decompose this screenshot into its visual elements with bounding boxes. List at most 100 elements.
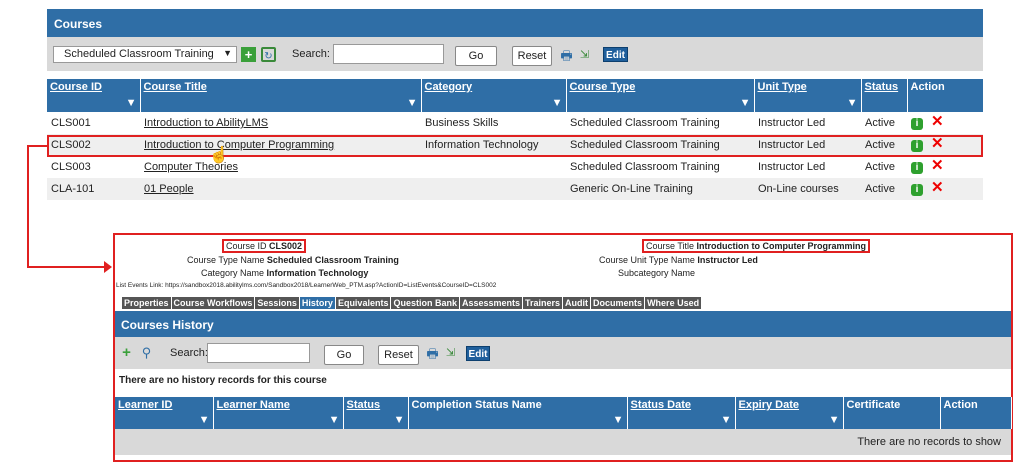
export-icon[interactable]: ⇲ [577, 48, 592, 63]
filter-icon[interactable]: ▼ [552, 97, 563, 109]
filter-icon[interactable]: ▼ [126, 97, 137, 109]
chevron-down-icon: ▼ [223, 48, 232, 58]
column-header-category[interactable]: Category ▼ [421, 79, 567, 112]
courses-title-bar: Courses [47, 9, 983, 37]
courses-toolbar: Scheduled Classroom Training ▼ + ↻ Search… [47, 37, 983, 71]
search-input[interactable] [333, 44, 444, 64]
history-column-learner-name[interactable]: Learner Name ▼ [213, 397, 344, 429]
cell-category: Business Skills [425, 117, 499, 129]
filter-icon[interactable]: ▼ [199, 414, 210, 426]
hand-cursor-icon: ☝ [209, 147, 229, 164]
course-type-select[interactable]: Scheduled Classroom Training ▼ [53, 46, 237, 63]
delete-icon[interactable]: ✕ [931, 180, 944, 195]
folder-refresh-icon[interactable]: ↻ [261, 47, 276, 62]
history-title: Courses History [121, 318, 214, 332]
tab-trainers[interactable]: Trainers [523, 297, 563, 309]
column-header-action: Action [907, 79, 984, 112]
info-icon[interactable]: i [911, 184, 923, 196]
cell-type: Generic On-Line Training [570, 183, 693, 195]
filter-icon[interactable]: ▼ [394, 414, 405, 426]
search-people-icon[interactable]: ⚲ [139, 345, 154, 360]
history-reset-button[interactable]: Reset [378, 345, 419, 365]
tab-question-bank[interactable]: Question Bank [391, 297, 459, 309]
filter-icon[interactable]: ▼ [829, 414, 840, 426]
subcategory-field: Subcategory Name [618, 268, 696, 278]
empty-records-message: There are no records to show [115, 429, 1011, 455]
history-search-input[interactable] [207, 343, 310, 363]
filter-icon[interactable]: ▼ [721, 414, 732, 426]
history-table: Learner ID ▼ Learner Name ▼ Status ▼ Completio… [115, 397, 1012, 455]
category-field: Category Name Information Technology [201, 268, 369, 278]
add-icon[interactable]: + [119, 345, 134, 360]
search-label: Search: [292, 48, 330, 60]
cell-status: Active [865, 183, 895, 195]
filter-icon[interactable]: ▼ [329, 414, 340, 426]
arrow-head-icon [104, 261, 112, 273]
column-header-status[interactable]: Status [861, 79, 908, 112]
column-header-course-id[interactable]: Course ID ▼ [47, 79, 141, 112]
no-history-message: There are no history records for this co… [119, 375, 327, 386]
add-icon[interactable]: + [241, 47, 256, 62]
tab-properties[interactable]: Properties [122, 297, 171, 309]
course-title-link[interactable]: Introduction to AbilityLMS [144, 117, 268, 129]
history-go-button[interactable]: Go [324, 345, 364, 365]
course-detail-panel: Course ID CLS002 Course Title Introducti… [113, 233, 1013, 462]
column-header-course-title[interactable]: Course Title ▼ [140, 79, 422, 112]
tab-where-used[interactable]: Where Used [645, 297, 702, 309]
detail-tabs: Properties Course Workflows Sessions Histor… [122, 297, 702, 309]
history-column-completion-status-name: Completion Status Name ▼ [408, 397, 628, 429]
print-icon[interactable]: 🖶 [425, 346, 440, 361]
info-icon[interactable]: i [911, 162, 923, 174]
tab-equivalents[interactable]: Equivalents [335, 297, 391, 309]
cell-unit: Instructor Led [758, 161, 826, 173]
tab-documents[interactable]: Documents [591, 297, 645, 309]
print-icon[interactable]: 🖶 [559, 48, 574, 63]
list-events-link[interactable]: List Events Link: https://sandbox2018.ab… [116, 282, 496, 289]
table-row[interactable]: CLS003 Computer Theories Scheduled Classro… [47, 156, 983, 178]
history-toolbar: + ⚲ Search: Go Reset 🖶 ⇲ Edit [115, 337, 1011, 369]
tab-assessments[interactable]: Assessments [459, 297, 523, 309]
table-row[interactable]: CLS001 Introduction to AbilityLMS Business… [47, 112, 983, 134]
course-title-field: Course Title Introduction to Computer Pr… [642, 239, 871, 253]
export-icon[interactable]: ⇲ [443, 346, 458, 361]
tab-history[interactable]: History [299, 297, 335, 309]
info-icon[interactable]: i [911, 118, 923, 130]
connector-line [27, 145, 29, 267]
tab-audit[interactable]: Audit [563, 297, 591, 309]
filter-icon[interactable]: ▼ [407, 97, 418, 109]
table-row[interactable]: CLA-101 01 People Generic On-Line Training… [47, 178, 983, 200]
filter-icon[interactable]: ▼ [847, 97, 858, 109]
page-title: Courses [54, 17, 103, 31]
edit-button[interactable]: Edit [603, 47, 628, 62]
reset-button[interactable]: Reset [512, 46, 552, 66]
filter-icon[interactable]: ▼ [613, 414, 624, 426]
delete-icon[interactable]: ✕ [931, 114, 944, 129]
go-button[interactable]: Go [455, 46, 497, 66]
history-column-action: Action [940, 397, 1012, 429]
cell-unit: Instructor Led [758, 117, 826, 129]
history-column-learner-id[interactable]: Learner ID ▼ [115, 397, 214, 429]
course-type-field: Course Type Name Scheduled Classroom Tra… [187, 255, 399, 265]
column-header-unit-type[interactable]: Unit Type ▼ [754, 79, 862, 112]
connector-line [27, 145, 47, 147]
history-column-status-date[interactable]: Status Date ▼ [627, 397, 736, 429]
tab-sessions[interactable]: Sessions [255, 297, 299, 309]
column-header-course-type[interactable]: Course Type ▼ [566, 79, 755, 112]
tab-course-workflows[interactable]: Course Workflows [171, 297, 255, 309]
history-column-certificate: Certificate [843, 397, 941, 429]
filter-icon[interactable]: ▼ [740, 97, 751, 109]
delete-icon[interactable]: ✕ [931, 158, 944, 173]
history-column-expiry-date[interactable]: Expiry Date ▼ [735, 397, 844, 429]
cell-id: CLA-101 [51, 183, 95, 195]
unit-type-field: Course Unit Type Name Instructor Led [599, 255, 758, 265]
history-edit-button[interactable]: Edit [466, 346, 490, 361]
cell-type: Scheduled Classroom Training [570, 161, 720, 173]
connector-line [27, 266, 107, 268]
course-id-field: Course ID CLS002 [222, 239, 307, 253]
course-title-link[interactable]: 01 People [144, 183, 194, 195]
cell-id: CLS003 [51, 161, 91, 173]
selected-row-highlight [47, 135, 983, 157]
history-column-status[interactable]: Status ▼ [343, 397, 409, 429]
history-search-label: Search: [170, 347, 208, 359]
history-title-bar: Courses History [115, 311, 1011, 337]
